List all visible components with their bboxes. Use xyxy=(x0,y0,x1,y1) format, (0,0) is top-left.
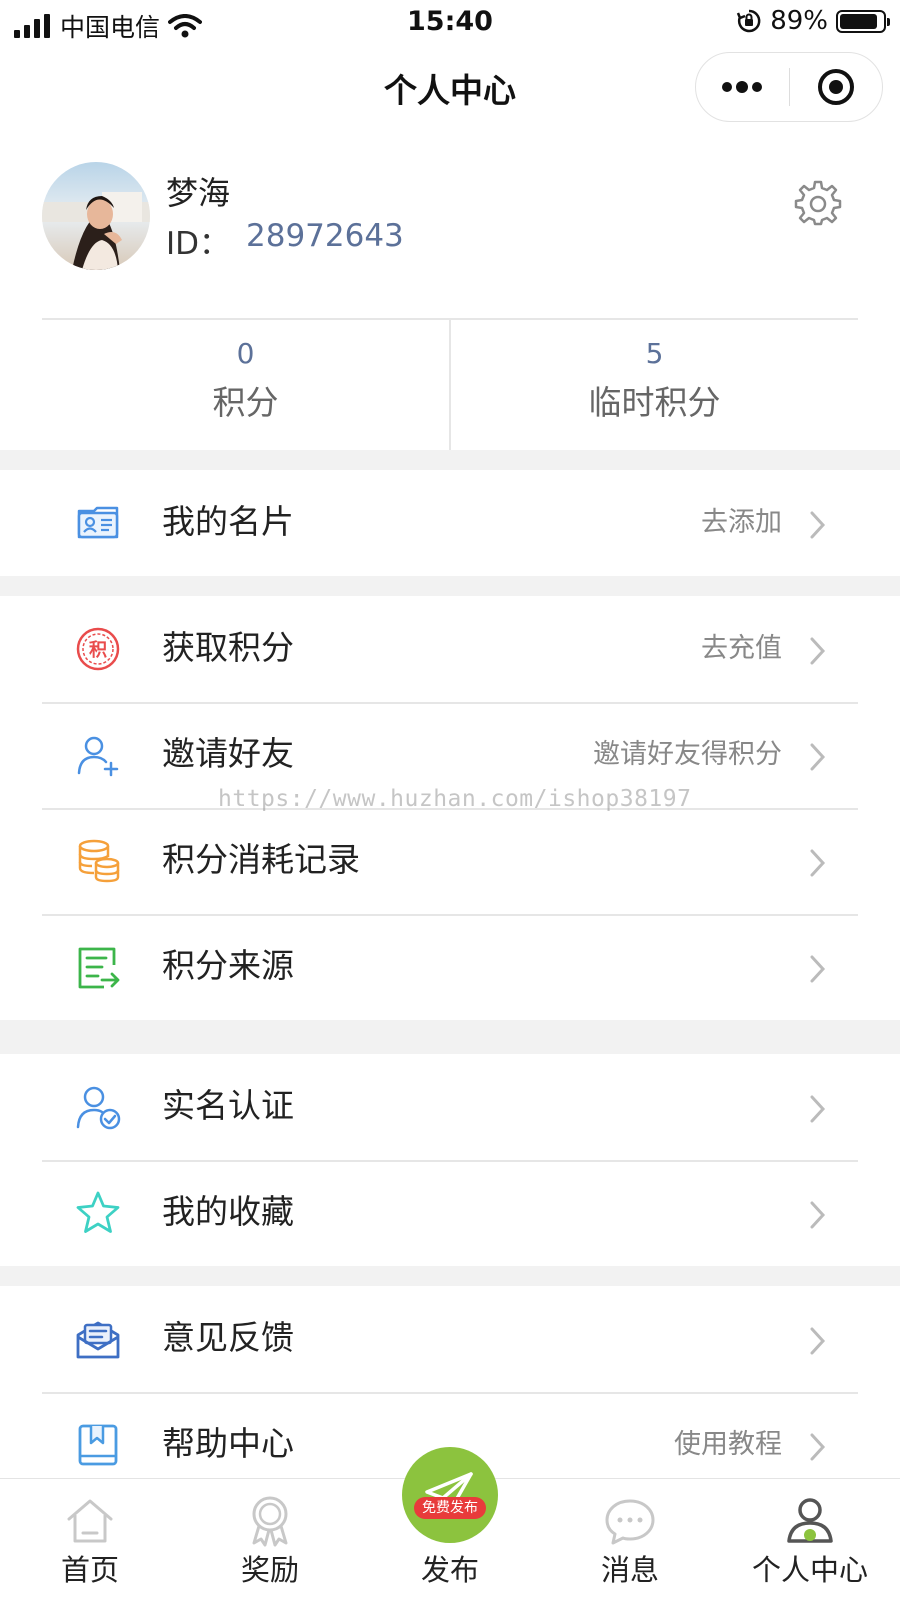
nav-bar: 个人中心 xyxy=(0,46,900,130)
status-bar: 中国电信 15:40 89% xyxy=(0,0,900,46)
battery-percent: 89% xyxy=(770,6,828,36)
chevron-right-icon xyxy=(810,511,826,539)
medal-icon xyxy=(252,1496,288,1547)
home-icon xyxy=(67,1499,113,1543)
chat-bubble-icon xyxy=(605,1499,655,1545)
user-id-value: 28972643 xyxy=(246,218,404,254)
menu-label: 积分消耗记录 xyxy=(162,840,360,879)
menu-label: 我的收藏 xyxy=(162,1192,294,1231)
stat-label: 临时积分 xyxy=(588,383,721,422)
status-right: 89% xyxy=(736,6,890,36)
chevron-right-icon xyxy=(810,1095,826,1123)
list-export-icon xyxy=(78,947,120,989)
menu-label: 获取积分 xyxy=(162,628,294,667)
tab-publish[interactable]: 免费发布 发布 xyxy=(360,1447,540,1600)
menu-item-feedback[interactable]: 意见反馈 xyxy=(0,1286,900,1392)
coin-stack-icon xyxy=(78,839,120,883)
chevron-right-icon xyxy=(810,849,826,877)
tab-label: 个人中心 xyxy=(751,1553,868,1587)
points-stats: 0 积分 5 临时积分 xyxy=(42,318,858,450)
stat-value: 5 xyxy=(645,337,664,370)
menu-label: 积分来源 xyxy=(162,946,294,985)
chevron-right-icon xyxy=(810,1201,826,1229)
menu-label: 意见反馈 xyxy=(162,1318,294,1357)
chevron-right-icon xyxy=(810,1327,826,1355)
menu-label: 邀请好友 xyxy=(162,734,294,773)
points-stamp-icon: 积 xyxy=(76,627,120,671)
svg-text:积: 积 xyxy=(89,640,107,661)
settings-button[interactable] xyxy=(794,178,842,226)
tab-profile[interactable]: 个人中心 xyxy=(720,1479,900,1600)
user-profile-icon xyxy=(787,1498,833,1543)
menu-item-real-name-verification[interactable]: 实名认证 xyxy=(0,1054,900,1160)
tab-label: 消息 xyxy=(600,1553,659,1587)
watermark: https://www.huzhan.com/ishop38197 xyxy=(218,786,692,812)
tab-rewards[interactable]: 奖励 xyxy=(180,1479,360,1600)
close-button[interactable] xyxy=(790,53,883,121)
user-id-row: ID： 28972643 xyxy=(166,218,404,263)
stat-temp-points[interactable]: 5 临时积分 xyxy=(449,320,858,450)
more-button[interactable] xyxy=(696,53,789,121)
battery-icon xyxy=(836,9,890,33)
business-card-icon xyxy=(77,506,119,539)
avatar[interactable] xyxy=(42,162,150,270)
gear-icon xyxy=(794,180,842,226)
menu-item-points-history[interactable]: 积分消耗记录 xyxy=(0,808,900,914)
verified-user-icon xyxy=(76,1086,121,1130)
menu-group-account: 实名认证 我的收藏 xyxy=(0,1054,900,1266)
publish-button[interactable]: 免费发布 xyxy=(402,1447,498,1543)
user-name: 梦海 xyxy=(166,174,231,212)
menu-item-get-points[interactable]: 积 获取积分 去充值 xyxy=(0,596,900,702)
menu-hint: 邀请好友得积分 xyxy=(593,739,782,770)
star-icon xyxy=(76,1191,120,1233)
profile-card: 梦海 ID： 28972643 0 积分 5 临时积分 xyxy=(0,130,900,450)
more-dots-icon xyxy=(722,81,763,93)
tab-bar: 首页 奖励 免费发布 发布 消息 个人中心 xyxy=(0,1447,900,1600)
menu-label: 我的名片 xyxy=(162,502,294,541)
free-publish-badge: 免费发布 xyxy=(414,1497,486,1519)
feedback-mail-icon xyxy=(76,1321,120,1359)
menu-label: 帮助中心 xyxy=(162,1424,294,1463)
tab-messages[interactable]: 消息 xyxy=(540,1479,720,1600)
stat-label: 积分 xyxy=(212,383,279,422)
chevron-right-icon xyxy=(810,955,826,983)
tab-home[interactable]: 首页 xyxy=(0,1479,180,1600)
chevron-right-icon xyxy=(810,1433,826,1461)
chevron-right-icon xyxy=(810,743,826,771)
menu-hint: 去添加 xyxy=(701,507,782,538)
tab-label: 首页 xyxy=(60,1553,119,1587)
chevron-right-icon xyxy=(810,637,826,665)
menu-item-business-card[interactable]: 我的名片 去添加 xyxy=(0,470,900,576)
help-book-icon xyxy=(78,1424,118,1466)
menu-item-points-source[interactable]: 积分来源 xyxy=(0,914,900,1020)
stat-points[interactable]: 0 积分 xyxy=(42,320,449,450)
tab-label: 发布 xyxy=(420,1553,479,1587)
add-user-icon xyxy=(77,736,119,777)
tab-label: 奖励 xyxy=(240,1553,299,1587)
menu-hint: 使用教程 xyxy=(674,1429,782,1460)
target-close-icon xyxy=(817,69,854,105)
menu-label: 实名认证 xyxy=(162,1086,294,1125)
mini-program-capsule xyxy=(695,52,883,122)
user-avatar-photo xyxy=(42,162,150,270)
menu-item-favorites[interactable]: 我的收藏 xyxy=(0,1160,900,1266)
stat-value: 0 xyxy=(236,337,255,370)
menu-group-card: 我的名片 去添加 xyxy=(0,470,900,576)
battery-fill xyxy=(840,13,878,29)
rotation-lock-icon xyxy=(737,9,761,33)
user-id-label: ID： xyxy=(166,226,231,262)
menu-hint: 去充值 xyxy=(701,633,782,664)
